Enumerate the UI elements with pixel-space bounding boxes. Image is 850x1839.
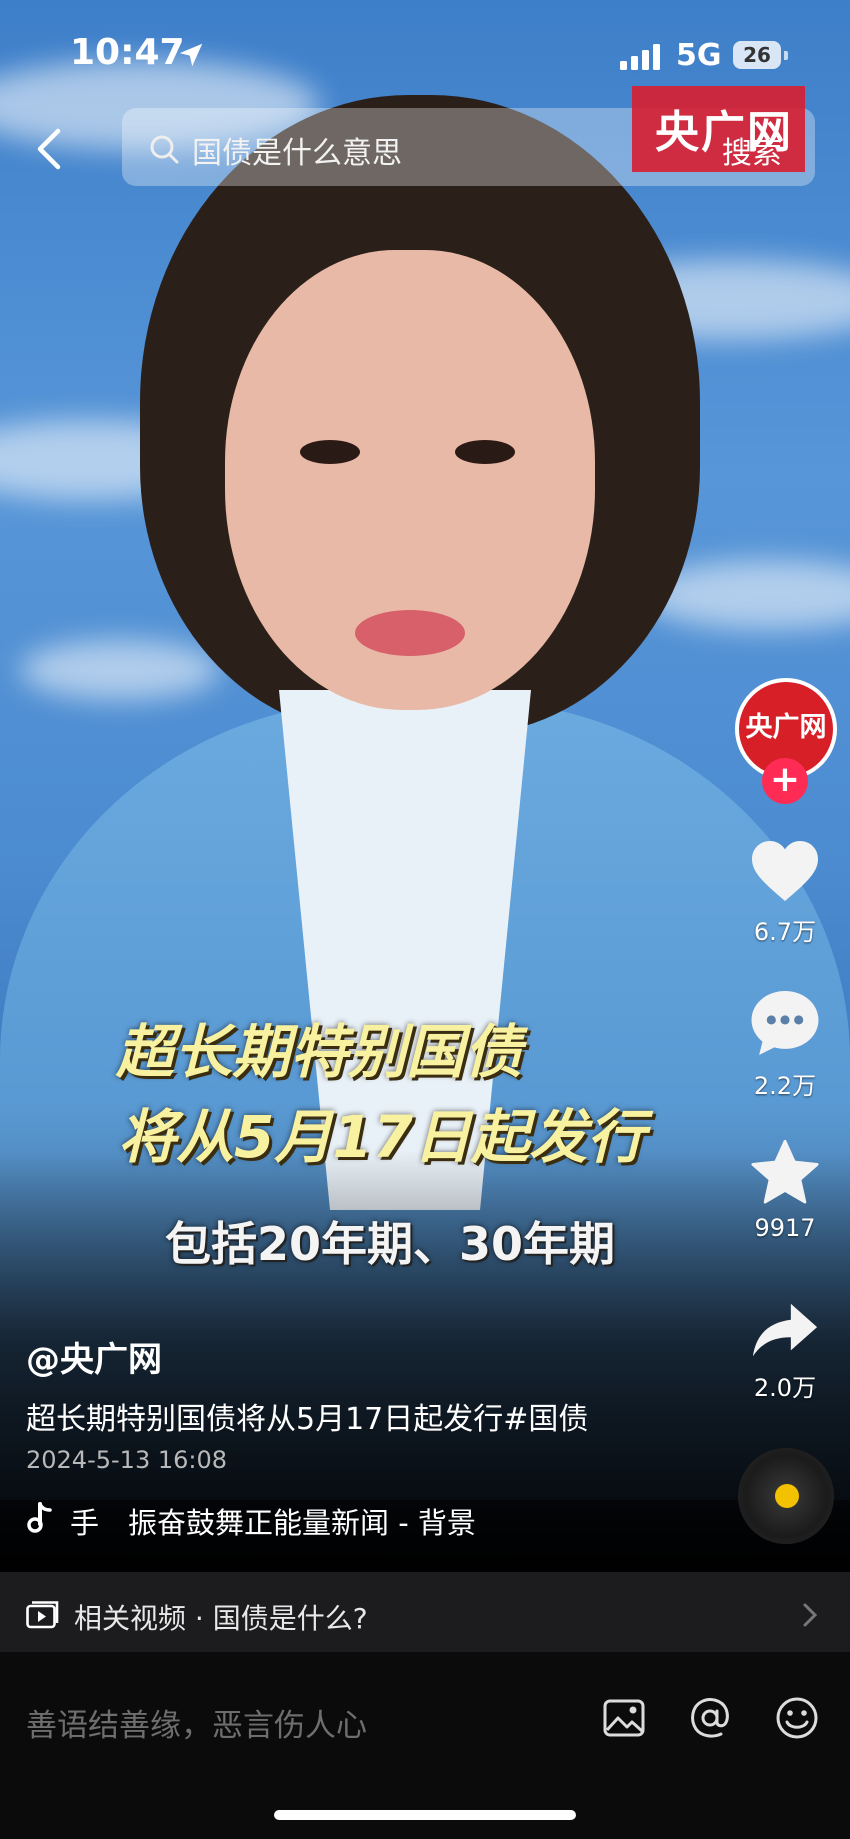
like-button[interactable]: 6.7万 xyxy=(740,838,830,947)
share-arrow-icon xyxy=(752,1303,818,1357)
music-disc-center xyxy=(775,1484,799,1508)
video-caption-line1: 超长期特别国债 xyxy=(116,1018,523,1086)
anchor-eye xyxy=(300,440,360,464)
cloud xyxy=(20,640,220,700)
video-caption-line2: 将从5月17日起发行 xyxy=(118,1103,646,1171)
battery-tip xyxy=(784,51,788,60)
comment-input[interactable]: 善语结善缘，恶言伤人心 xyxy=(26,1700,367,1745)
related-video-icon xyxy=(26,1601,59,1629)
search-button[interactable]: 搜索 xyxy=(722,128,782,172)
comment-button[interactable]: 2.2万 xyxy=(740,988,830,1101)
favorite-button[interactable]: 9917 xyxy=(740,1138,830,1242)
star-icon xyxy=(751,1139,819,1204)
network-type: 5G xyxy=(676,38,722,73)
video-caption-line3: 包括20年期、30年期 xyxy=(165,1217,616,1271)
share-count: 2.0万 xyxy=(753,1374,817,1402)
location-arrow-icon xyxy=(179,43,203,67)
emoji-icon[interactable] xyxy=(775,1696,819,1740)
music-note-icon xyxy=(27,1502,52,1533)
comment-bubble-icon xyxy=(751,991,819,1055)
like-count: 6.7万 xyxy=(753,918,817,946)
heart-icon xyxy=(752,841,818,901)
search-input[interactable]: 国债是什么意思 xyxy=(192,128,402,172)
home-indicator[interactable] xyxy=(274,1810,576,1820)
video-description[interactable]: 超长期特别国债将从5月17日起发行#国债 xyxy=(26,1394,588,1438)
anchor-lips xyxy=(355,610,465,656)
battery-icon: 26 xyxy=(733,41,781,69)
image-icon[interactable] xyxy=(602,1696,646,1740)
status-bar: 10:47 5G 26 xyxy=(0,0,850,100)
author-name[interactable]: @央广网 xyxy=(26,1332,162,1381)
related-videos-label[interactable]: 相关视频 · 国债是什么? xyxy=(74,1597,368,1637)
status-time: 10:47 xyxy=(70,32,185,73)
search-icon xyxy=(150,135,179,164)
share-button[interactable]: 2.0万 xyxy=(740,1300,830,1403)
music-title[interactable]: 手 振奋鼓舞正能量新闻 - 背景 xyxy=(70,1500,525,1542)
favorite-count: 9917 xyxy=(754,1214,816,1242)
chevron-right-icon xyxy=(803,1603,818,1627)
signal-icon xyxy=(620,44,660,70)
comment-count: 2.2万 xyxy=(753,1072,817,1100)
mention-icon[interactable] xyxy=(688,1696,732,1740)
anchor-eye xyxy=(455,440,515,464)
back-arrow-icon[interactable] xyxy=(30,125,70,173)
post-date: 2024-5-13 16:08 xyxy=(26,1446,227,1474)
follow-button[interactable]: + xyxy=(762,758,808,804)
